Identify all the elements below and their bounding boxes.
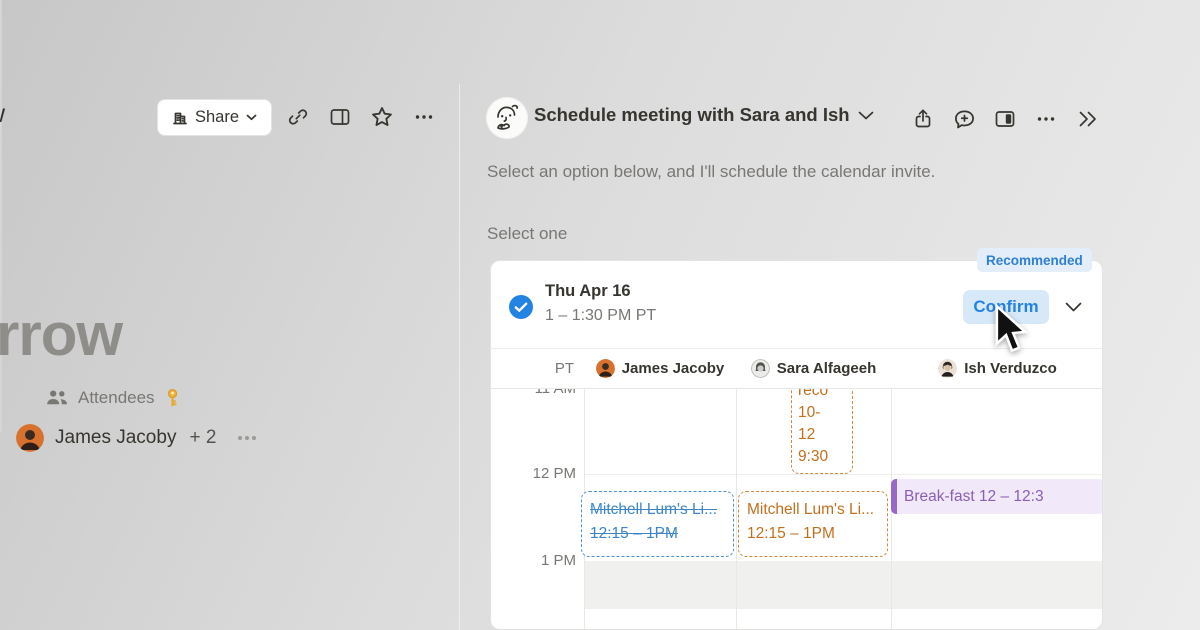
ai-panel-title: Schedule meeting with Sara and Ish — [534, 104, 850, 126]
recommended-badge: Recommended — [977, 248, 1092, 272]
copy-link-icon[interactable] — [283, 102, 313, 132]
share-export-icon[interactable] — [908, 104, 938, 134]
calendar-column-ish: Ish Verduzco — [891, 359, 1103, 378]
time-label-12pm: 12 PM — [491, 465, 576, 482]
avatar-james-small — [596, 359, 615, 378]
title-chevron-down-icon[interactable] — [858, 111, 874, 121]
gridline-col-2 — [736, 389, 737, 630]
toggle-side-panel-icon[interactable] — [990, 104, 1020, 134]
chevron-down-icon — [246, 114, 257, 121]
timezone-label: PT — [491, 360, 584, 377]
mouse-cursor — [993, 304, 1029, 356]
attendees-label: Attendees — [78, 388, 155, 408]
option-chevron-down-icon[interactable] — [1065, 302, 1082, 313]
calendar-grid: 11 AM 12 PM 1 PM reco 10- 12 9:30 Break-… — [491, 389, 1103, 630]
add-comment-icon[interactable] — [949, 104, 979, 134]
event-sara-mitchell: Mitchell Lum's Li... 12:15 – 1PM — [738, 491, 888, 557]
option-date: Thu Apr 16 — [545, 282, 631, 301]
more-options-icon[interactable] — [409, 102, 439, 132]
ai-panel-subtitle: Select an option below, and I'll schedul… — [487, 162, 935, 182]
pane-divider — [459, 84, 460, 630]
attendees-property[interactable]: Attendees — [46, 388, 181, 408]
clipped-breadcrumb-text: w — [0, 100, 5, 129]
panel-more-options-icon[interactable] — [1031, 104, 1061, 134]
collapse-panel-double-chevron-icon[interactable] — [1072, 104, 1102, 134]
time-label-1pm: 1 PM — [491, 552, 576, 569]
page-title-fragment: rrow — [0, 300, 122, 369]
calendar-column-sara: Sara Alfageeh — [736, 359, 891, 378]
event-sara-morning: reco 10- 12 9:30 — [791, 389, 853, 474]
avatar-sara-small — [751, 359, 770, 378]
event-james-mitchell: Mitchell Lum's Li... 12:15 – 1PM — [581, 491, 734, 557]
building-icon — [172, 110, 188, 126]
select-one-label: Select one — [487, 224, 567, 244]
selected-check-icon[interactable] — [508, 294, 534, 320]
share-button-label: Share — [195, 108, 239, 127]
avatar-james-jacoby — [16, 424, 44, 452]
favorite-star-icon[interactable] — [367, 102, 397, 132]
proposed-slot-highlight — [584, 561, 1103, 609]
attendee-list-item[interactable]: James Jacoby + 2 — [16, 424, 216, 452]
share-button[interactable]: Share — [157, 99, 272, 136]
open-side-panel-icon[interactable] — [325, 102, 355, 132]
key-icon — [164, 388, 181, 408]
option-time: 1 – 1:30 PM PT — [545, 307, 656, 325]
calendar-column-james: James Jacoby — [584, 359, 736, 378]
people-icon — [46, 389, 69, 407]
gridline-12pm — [584, 474, 1103, 475]
attendee-extra-count: + 2 — [189, 427, 216, 449]
ai-assistant-face-icon — [486, 97, 528, 139]
time-label-11am: 11 AM — [491, 389, 576, 397]
avatar-ish-small — [938, 359, 957, 378]
attendee-name: James Jacoby — [55, 427, 176, 449]
attendee-more-icon[interactable] — [238, 428, 256, 448]
event-breakfast: Break-fast 12 – 12:3 — [891, 479, 1103, 514]
